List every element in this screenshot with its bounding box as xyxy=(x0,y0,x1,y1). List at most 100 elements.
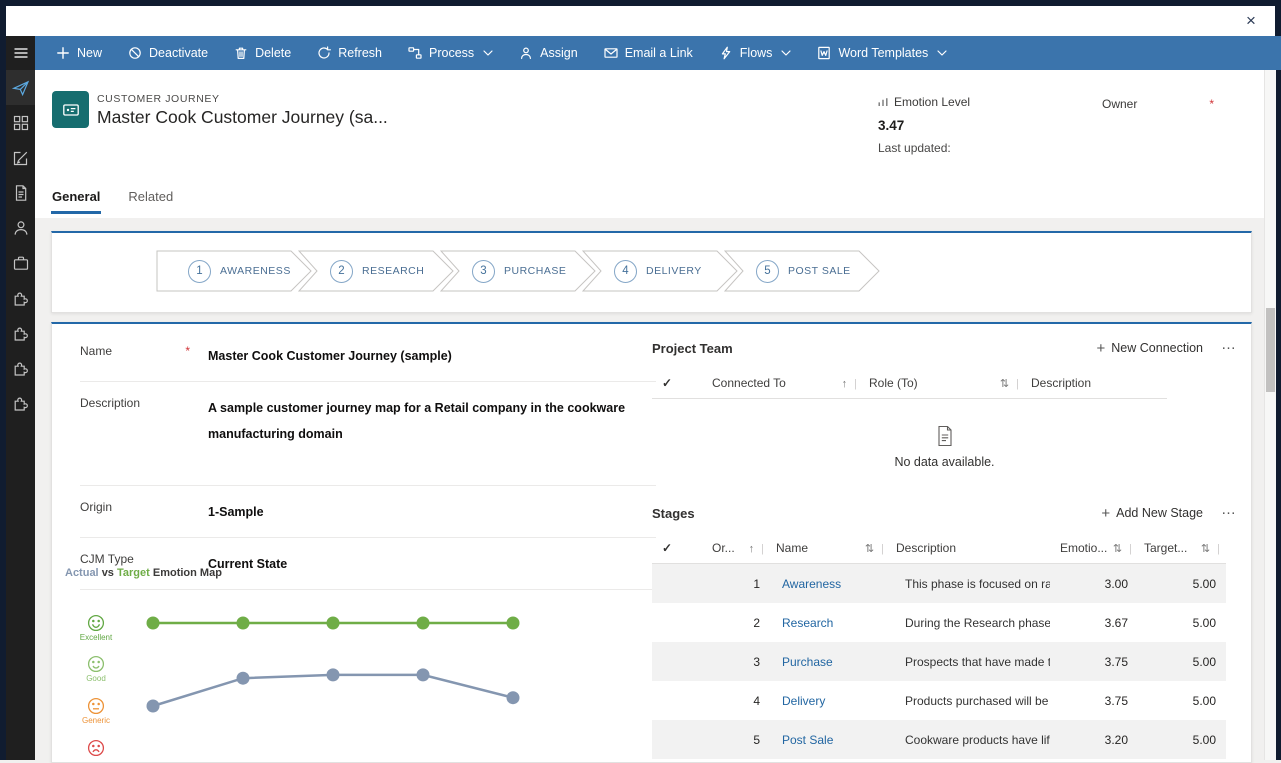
stage-name-link[interactable]: Delivery xyxy=(774,694,896,708)
stage-order: 2 xyxy=(702,616,774,630)
stage-target-value: 5.00 xyxy=(1134,694,1226,708)
word-templates-button[interactable]: Word Templates xyxy=(804,36,960,70)
stage-emotion-value: 3.75 xyxy=(1050,694,1134,708)
process-stage-delivery[interactable]: 4 DELIVERY xyxy=(582,250,738,292)
last-updated-label: Last updated: xyxy=(878,141,1088,155)
project-team-grid-header: Connected To Role (To) Description xyxy=(652,368,1167,399)
field-origin: Origin 1-Sample xyxy=(80,486,656,538)
column-role-to[interactable]: Role (To) xyxy=(863,376,1025,390)
assign-button[interactable]: Assign xyxy=(506,36,591,70)
process-stage-purchase[interactable]: 3 PURCHASE xyxy=(440,250,596,292)
chevron-down-icon xyxy=(937,50,947,56)
stage-emotion-value: 3.67 xyxy=(1050,616,1134,630)
deactivate-icon xyxy=(128,46,142,60)
column-description[interactable]: Description xyxy=(890,541,1054,555)
new-connection-button[interactable]: New Connection xyxy=(1097,341,1203,356)
origin-field-label: Origin xyxy=(80,500,112,514)
stage-description: Prospects that have made their mind to..… xyxy=(896,655,1050,669)
column-separator xyxy=(854,376,857,390)
tab-general[interactable]: General xyxy=(51,185,101,214)
column-connected-to[interactable]: Connected To xyxy=(706,376,863,390)
stage-row[interactable]: 1 Awareness This phase is focused on rai… xyxy=(652,564,1226,603)
puzzle-icon[interactable] xyxy=(6,315,35,350)
emotion-map-chart xyxy=(101,596,641,762)
stage-description: This phase is focused on raising the awa… xyxy=(896,577,1050,591)
select-all-checkmark-icon[interactable] xyxy=(652,541,706,555)
owner-field[interactable]: Owner * xyxy=(1102,97,1214,111)
emotion-level-icon xyxy=(878,97,888,107)
chevron-down-icon xyxy=(781,50,791,56)
emotion-level-label: Emotion Level xyxy=(894,95,970,109)
column-target[interactable]: Target... xyxy=(1138,541,1226,555)
stage-target-value: 5.00 xyxy=(1134,616,1226,630)
edit-icon[interactable] xyxy=(6,140,35,175)
document-icon[interactable] xyxy=(6,175,35,210)
name-required-marker: * xyxy=(185,344,190,358)
process-button[interactable]: Process xyxy=(395,36,506,70)
tab-related[interactable]: Related xyxy=(127,185,174,214)
stage-number-badge: 4 xyxy=(614,260,637,283)
stage-order: 3 xyxy=(702,655,774,669)
project-team-header: Project Team New Connection … xyxy=(652,334,1237,362)
owner-required-marker: * xyxy=(1209,97,1214,111)
stage-row[interactable]: 5 Post Sale Cookware products have lifet… xyxy=(652,720,1226,759)
empty-state-text: No data available. xyxy=(894,455,994,469)
menu-icon[interactable] xyxy=(6,36,35,70)
deactivate-button[interactable]: Deactivate xyxy=(115,36,221,70)
field-name: Name * Master Cook Customer Journey (sam… xyxy=(80,330,656,382)
window-close-button[interactable]: × xyxy=(1237,9,1265,33)
stages-more-commands-button[interactable]: … xyxy=(1221,501,1237,518)
app-sidebar xyxy=(6,36,35,760)
process-stage-research[interactable]: 2 RESEARCH xyxy=(298,250,454,292)
new-button[interactable]: New xyxy=(43,36,115,70)
email-a-link-button[interactable]: Email a Link xyxy=(591,36,706,70)
contacts-icon[interactable] xyxy=(6,210,35,245)
stage-row[interactable]: 3 Purchase Prospects that have made thei… xyxy=(652,642,1226,681)
scrollbar-thumb[interactable] xyxy=(1266,308,1275,392)
puzzle-icon[interactable] xyxy=(6,350,35,385)
column-emotion[interactable]: Emotio... xyxy=(1054,541,1138,555)
stage-emotion-value: 3.20 xyxy=(1050,733,1134,747)
process-stage-post-sale[interactable]: 5 POST SALE xyxy=(724,250,880,292)
description-field-value[interactable]: A sample customer journey map for a Reta… xyxy=(208,395,628,447)
project-team-more-commands-button[interactable]: … xyxy=(1221,336,1237,353)
puzzle-icon[interactable] xyxy=(6,280,35,315)
empty-document-icon xyxy=(936,425,954,447)
products-icon[interactable] xyxy=(6,245,35,280)
add-new-stage-button[interactable]: Add New Stage xyxy=(1101,506,1203,521)
right-column: Project Team New Connection … Connected … xyxy=(652,334,1237,759)
plus-icon xyxy=(1097,341,1106,356)
stage-name-link[interactable]: Post Sale xyxy=(774,733,896,747)
emotion-map-title: Actual vs Target Emotion Map xyxy=(65,567,222,579)
select-all-checkmark-icon[interactable] xyxy=(652,376,706,390)
delete-button[interactable]: Delete xyxy=(221,36,304,70)
field-description: Description A sample customer journey ma… xyxy=(80,382,656,486)
refresh-button[interactable]: Refresh xyxy=(304,36,395,70)
emotion-level-summary: Emotion Level 3.47 Last updated: xyxy=(878,95,1088,155)
stage-name-link[interactable]: Research xyxy=(774,616,896,630)
stage-row[interactable]: 2 Research During the Research phase the… xyxy=(652,603,1226,642)
process-icon xyxy=(408,46,422,60)
column-separator xyxy=(1217,541,1220,555)
puzzle-icon[interactable] xyxy=(6,385,35,420)
column-order[interactable]: Or... xyxy=(706,541,770,555)
stage-number-badge: 2 xyxy=(330,260,353,283)
stage-name-link[interactable]: Awareness xyxy=(774,577,896,591)
stage-target-value: 5.00 xyxy=(1134,655,1226,669)
origin-field-value[interactable]: 1-Sample xyxy=(208,499,264,525)
name-field-value[interactable]: Master Cook Customer Journey (sample) xyxy=(208,343,452,369)
apps-grid-icon[interactable] xyxy=(6,105,35,140)
stage-description: Products purchased will be delivered ho.… xyxy=(896,694,1050,708)
process-stage-awareness[interactable]: 1 AWARENESS xyxy=(156,250,312,292)
stage-row[interactable]: 4 Delivery Products purchased will be de… xyxy=(652,681,1226,720)
journeys-icon[interactable] xyxy=(6,70,35,105)
field-cjm-type: CJM Type Current State xyxy=(80,538,656,590)
delete-icon xyxy=(234,46,248,60)
chevron-down-icon xyxy=(483,50,493,56)
stages-header: Stages Add New Stage … xyxy=(652,499,1237,527)
vertical-scrollbar xyxy=(1264,70,1276,760)
flows-button[interactable]: Flows xyxy=(706,36,805,70)
column-description[interactable]: Description xyxy=(1025,376,1167,390)
column-name[interactable]: Name xyxy=(770,541,890,555)
stage-name-link[interactable]: Purchase xyxy=(774,655,896,669)
